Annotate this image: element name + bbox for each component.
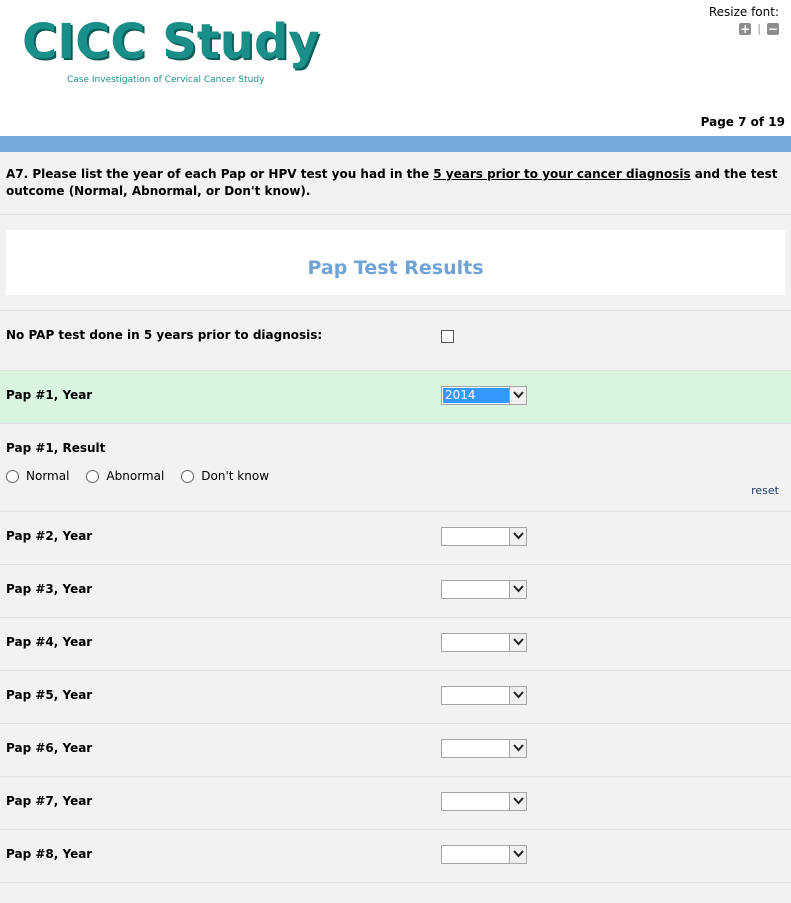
pap1-year-label: Pap #1, Year bbox=[6, 388, 93, 402]
chevron-down-icon[interactable] bbox=[509, 846, 526, 863]
pap3-year-select[interactable] bbox=[441, 580, 527, 599]
pap7-year-value bbox=[443, 794, 509, 809]
pap7-year-label: Pap #7, Year bbox=[6, 794, 93, 808]
pap8-year-row: Pap #8, Year bbox=[0, 830, 791, 883]
radio-label: Don't know bbox=[201, 469, 270, 483]
pap4-year-value bbox=[443, 635, 509, 650]
radio-option-normal[interactable]: Normal bbox=[6, 469, 69, 483]
pap1-year-value: 2014 bbox=[443, 388, 509, 403]
pap8-year-select[interactable] bbox=[441, 845, 527, 864]
pap5-year-label: Pap #5, Year bbox=[6, 688, 93, 702]
pap6-year-row: Pap #6, Year bbox=[0, 724, 791, 777]
pap6-year-value bbox=[443, 741, 509, 756]
pap1-year-select[interactable]: 2014 bbox=[441, 386, 527, 405]
radio-label: Normal bbox=[26, 469, 70, 483]
pap2-year-label: Pap #2, Year bbox=[6, 529, 93, 543]
page-indicator: Page 7 of 19 bbox=[700, 115, 785, 129]
pap5-year-row: Pap #5, Year bbox=[0, 671, 791, 724]
pap7-year-row: Pap #7, Year bbox=[0, 777, 791, 830]
logo-subtitle: Case Investigation of Cervical Cancer St… bbox=[67, 75, 265, 85]
logo-title: CICC Study bbox=[22, 14, 320, 70]
resize-font-control: Resize font: + | − bbox=[709, 5, 779, 35]
question-emphasis: 5 years prior to your cancer diagnosis bbox=[433, 167, 691, 181]
section-title: Pap Test Results bbox=[6, 230, 785, 295]
reset-link[interactable]: reset bbox=[751, 484, 779, 497]
chevron-down-icon[interactable] bbox=[509, 528, 526, 545]
increase-font-icon[interactable]: + bbox=[739, 22, 752, 35]
chevron-down-icon[interactable] bbox=[509, 387, 526, 404]
radio-button[interactable] bbox=[181, 469, 195, 483]
pap3-year-value bbox=[443, 582, 509, 597]
question-text: A7. Please list the year of each Pap or … bbox=[0, 152, 791, 215]
no-pap-checkbox[interactable] bbox=[441, 330, 454, 343]
bottom-spacer bbox=[0, 883, 791, 903]
header-divider-bar bbox=[0, 136, 791, 152]
chevron-down-icon[interactable] bbox=[509, 740, 526, 757]
pap4-year-select[interactable] bbox=[441, 633, 527, 652]
survey-content: A7. Please list the year of each Pap or … bbox=[0, 152, 791, 903]
pap1-result-label: Pap #1, Result bbox=[6, 441, 106, 455]
no-pap-row: No PAP test done in 5 years prior to dia… bbox=[0, 311, 791, 371]
pap5-year-select[interactable] bbox=[441, 686, 527, 705]
radio-option-dont-know[interactable]: Don't know bbox=[181, 469, 269, 483]
pap1-result-row: Pap #1, Result Normal Abnormal Don't kno… bbox=[0, 424, 791, 512]
question-prefix: A7. Please list the year of each Pap or … bbox=[6, 167, 434, 181]
pap1-year-row: Pap #1, Year 2014 bbox=[0, 371, 791, 424]
pap3-year-label: Pap #3, Year bbox=[6, 582, 93, 596]
radio-button[interactable] bbox=[86, 469, 100, 483]
section-header-wrap: Pap Test Results bbox=[0, 215, 791, 311]
pap4-year-row: Pap #4, Year bbox=[0, 618, 791, 671]
chevron-down-icon[interactable] bbox=[509, 581, 526, 598]
resize-font-label: Resize font: bbox=[708, 5, 779, 19]
chevron-down-icon[interactable] bbox=[509, 793, 526, 810]
resize-divider: | bbox=[757, 22, 761, 35]
decrease-font-icon[interactable]: − bbox=[767, 22, 779, 35]
pap2-year-select[interactable] bbox=[441, 527, 527, 546]
pap7-year-select[interactable] bbox=[441, 792, 527, 811]
pap8-year-label: Pap #8, Year bbox=[6, 847, 93, 861]
header: CICC Study Case Investigation of Cervica… bbox=[0, 0, 791, 136]
pap3-year-row: Pap #3, Year bbox=[0, 565, 791, 618]
radio-option-abnormal[interactable]: Abnormal bbox=[86, 469, 164, 483]
pap6-year-select[interactable] bbox=[441, 739, 527, 758]
pap2-year-row: Pap #2, Year bbox=[0, 512, 791, 565]
pap6-year-label: Pap #6, Year bbox=[6, 741, 93, 755]
study-logo: CICC Study Case Investigation of Cervica… bbox=[22, 14, 322, 90]
no-pap-label: No PAP test done in 5 years prior to dia… bbox=[6, 328, 323, 342]
radio-button[interactable] bbox=[6, 469, 19, 483]
pap2-year-value bbox=[443, 529, 509, 544]
pap4-year-label: Pap #4, Year bbox=[6, 635, 93, 649]
pap5-year-value bbox=[443, 688, 509, 703]
radio-label: Abnormal bbox=[106, 469, 165, 483]
chevron-down-icon[interactable] bbox=[509, 634, 526, 651]
pap1-result-options: Normal Abnormal Don't know bbox=[6, 469, 286, 483]
chevron-down-icon[interactable] bbox=[509, 687, 526, 704]
pap8-year-value bbox=[443, 847, 509, 862]
